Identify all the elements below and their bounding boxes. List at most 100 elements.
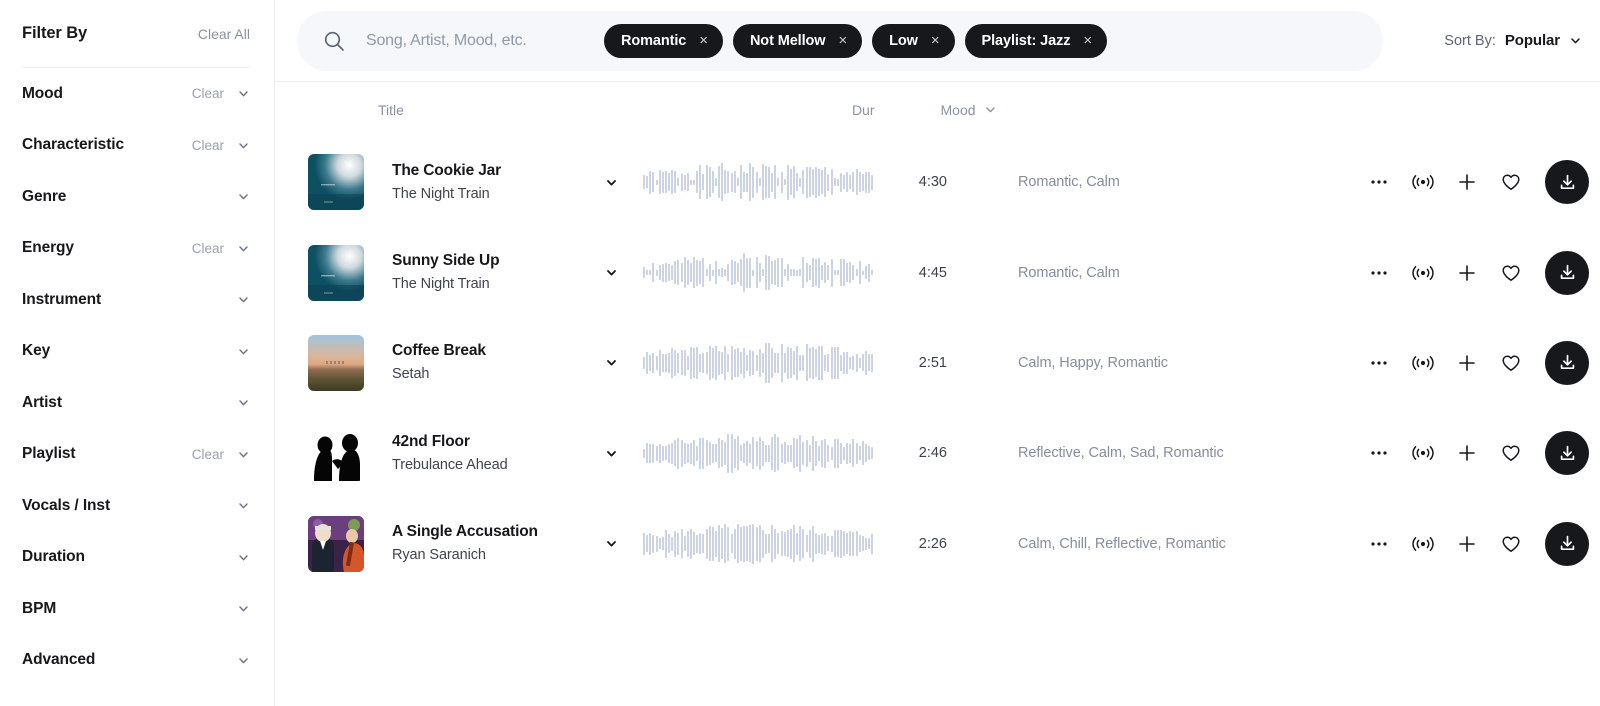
filter-section-bpm[interactable]: BPM (22, 583, 250, 635)
waveform[interactable] (643, 341, 874, 385)
album-art[interactable] (308, 154, 364, 211)
download-button[interactable] (1545, 160, 1589, 205)
find-similar-icon[interactable] (1401, 251, 1445, 295)
filter-section-controls: Clear (192, 138, 250, 153)
filter-section-energy[interactable]: Energy Clear (22, 223, 250, 275)
filter-section-characteristic[interactable]: Characteristic Clear (22, 120, 250, 172)
add-to-project-icon[interactable] (1445, 160, 1489, 204)
chevron-down-icon[interactable] (237, 345, 250, 358)
filter-section-playlist[interactable]: Playlist Clear (22, 429, 250, 481)
album-art[interactable] (308, 515, 364, 572)
chevron-down-icon[interactable] (237, 190, 250, 203)
filter-chip[interactable]: Low × (872, 23, 955, 58)
chevron-down-icon[interactable] (237, 499, 250, 512)
track-artist[interactable]: The Night Train (392, 184, 598, 204)
track-artist[interactable]: Trebulance Ahead (392, 455, 598, 475)
find-similar-icon[interactable] (1401, 431, 1445, 475)
track-artist[interactable]: Setah (392, 364, 598, 384)
sort-by-value[interactable]: Popular (1505, 32, 1560, 49)
filter-section-artist[interactable]: Artist (22, 377, 250, 429)
filter-section-duration[interactable]: Duration (22, 532, 250, 584)
find-similar-icon[interactable] (1401, 341, 1445, 385)
filter-chip[interactable]: Romantic × (604, 23, 723, 58)
filter-clear-button[interactable]: Clear (192, 86, 224, 101)
waveform[interactable] (643, 522, 874, 566)
track-title[interactable]: 42nd Floor (392, 432, 598, 453)
filter-section-instrument[interactable]: Instrument (22, 274, 250, 326)
more-options-icon[interactable] (1357, 251, 1401, 295)
close-icon[interactable]: × (838, 33, 847, 48)
find-similar-icon[interactable] (1401, 522, 1445, 566)
track-mood-tags: Calm, Chill, Reflective, Romantic (1018, 535, 1226, 552)
track-title[interactable]: A Single Accusation (392, 522, 598, 543)
chevron-down-icon[interactable] (237, 448, 250, 461)
filter-clear-button[interactable]: Clear (192, 241, 224, 256)
download-button[interactable] (1545, 521, 1589, 566)
expand-track-chevron-down-icon[interactable] (598, 176, 624, 189)
favorite-heart-icon[interactable] (1489, 251, 1533, 295)
add-to-project-icon[interactable] (1445, 522, 1489, 566)
filter-clear-button[interactable]: Clear (192, 447, 224, 462)
chevron-down-icon[interactable] (237, 602, 250, 615)
more-options-icon[interactable] (1357, 341, 1401, 385)
favorite-heart-icon[interactable] (1489, 431, 1533, 475)
search-input[interactable] (366, 31, 594, 50)
filter-section-genre[interactable]: Genre (22, 171, 250, 223)
add-to-project-icon[interactable] (1445, 251, 1489, 295)
filter-section-advanced[interactable]: Advanced (22, 635, 250, 687)
chevron-down-icon[interactable] (237, 242, 250, 255)
table-row[interactable]: Sunny Side Up The Night Train 4:45 Romantic… (275, 227, 1600, 317)
track-artist[interactable]: The Night Train (392, 274, 598, 294)
close-icon[interactable]: × (931, 33, 940, 48)
album-art[interactable] (308, 425, 364, 482)
table-row[interactable]: A Single Accusation Ryan Saranich 2:26 Calm… (275, 499, 1600, 589)
filter-clear-button[interactable]: Clear (192, 138, 224, 153)
find-similar-icon[interactable] (1401, 160, 1445, 204)
clear-all-button[interactable]: Clear All (198, 26, 250, 42)
close-icon[interactable]: × (1083, 33, 1092, 48)
expand-track-chevron-down-icon[interactable] (598, 537, 624, 550)
waveform[interactable] (643, 160, 874, 204)
add-to-project-icon[interactable] (1445, 431, 1489, 475)
favorite-heart-icon[interactable] (1489, 160, 1533, 204)
download-button[interactable] (1545, 431, 1589, 476)
search-bar[interactable]: Romantic × Not Mellow × Low × Playlist: Jazz × (297, 10, 1383, 71)
chevron-down-icon[interactable] (984, 103, 997, 116)
more-options-icon[interactable] (1357, 431, 1401, 475)
expand-track-chevron-down-icon[interactable] (598, 266, 624, 279)
favorite-heart-icon[interactable] (1489, 341, 1533, 385)
more-options-icon[interactable] (1357, 160, 1401, 204)
add-to-project-icon[interactable] (1445, 341, 1489, 385)
chevron-down-icon[interactable] (237, 139, 250, 152)
filter-section-mood[interactable]: Mood Clear (22, 68, 250, 120)
track-title[interactable]: Coffee Break (392, 341, 598, 362)
column-header-mood[interactable]: Mood (941, 102, 997, 118)
chevron-down-icon[interactable] (237, 551, 250, 564)
filter-chip[interactable]: Playlist: Jazz × (964, 23, 1108, 58)
favorite-heart-icon[interactable] (1489, 522, 1533, 566)
more-options-icon[interactable] (1357, 522, 1401, 566)
album-art[interactable] (308, 334, 364, 391)
chevron-down-icon[interactable] (237, 654, 250, 667)
chevron-down-icon[interactable] (237, 293, 250, 306)
table-row[interactable]: 42nd Floor Trebulance Ahead 2:46 Reflective… (275, 408, 1600, 498)
filter-section-key[interactable]: Key (22, 326, 250, 378)
table-row[interactable]: Coffee Break Setah 2:51 Calm, Happy, Romant… (275, 318, 1600, 408)
chevron-down-icon[interactable] (1569, 34, 1582, 47)
close-icon[interactable]: × (699, 33, 708, 48)
waveform[interactable] (643, 251, 874, 295)
track-title[interactable]: Sunny Side Up (392, 251, 598, 272)
waveform[interactable] (643, 431, 874, 475)
chevron-down-icon[interactable] (237, 87, 250, 100)
track-artist[interactable]: Ryan Saranich (392, 545, 598, 565)
filter-section-vocals-inst[interactable]: Vocals / Inst (22, 480, 250, 532)
expand-track-chevron-down-icon[interactable] (598, 447, 624, 460)
download-button[interactable] (1545, 340, 1589, 385)
table-row[interactable]: The Cookie Jar The Night Train 4:30 Romanti… (275, 137, 1600, 227)
album-art[interactable] (308, 244, 364, 301)
track-title[interactable]: The Cookie Jar (392, 161, 598, 182)
chevron-down-icon[interactable] (237, 396, 250, 409)
download-button[interactable] (1545, 250, 1589, 295)
expand-track-chevron-down-icon[interactable] (598, 356, 624, 369)
filter-chip[interactable]: Not Mellow × (732, 23, 863, 58)
